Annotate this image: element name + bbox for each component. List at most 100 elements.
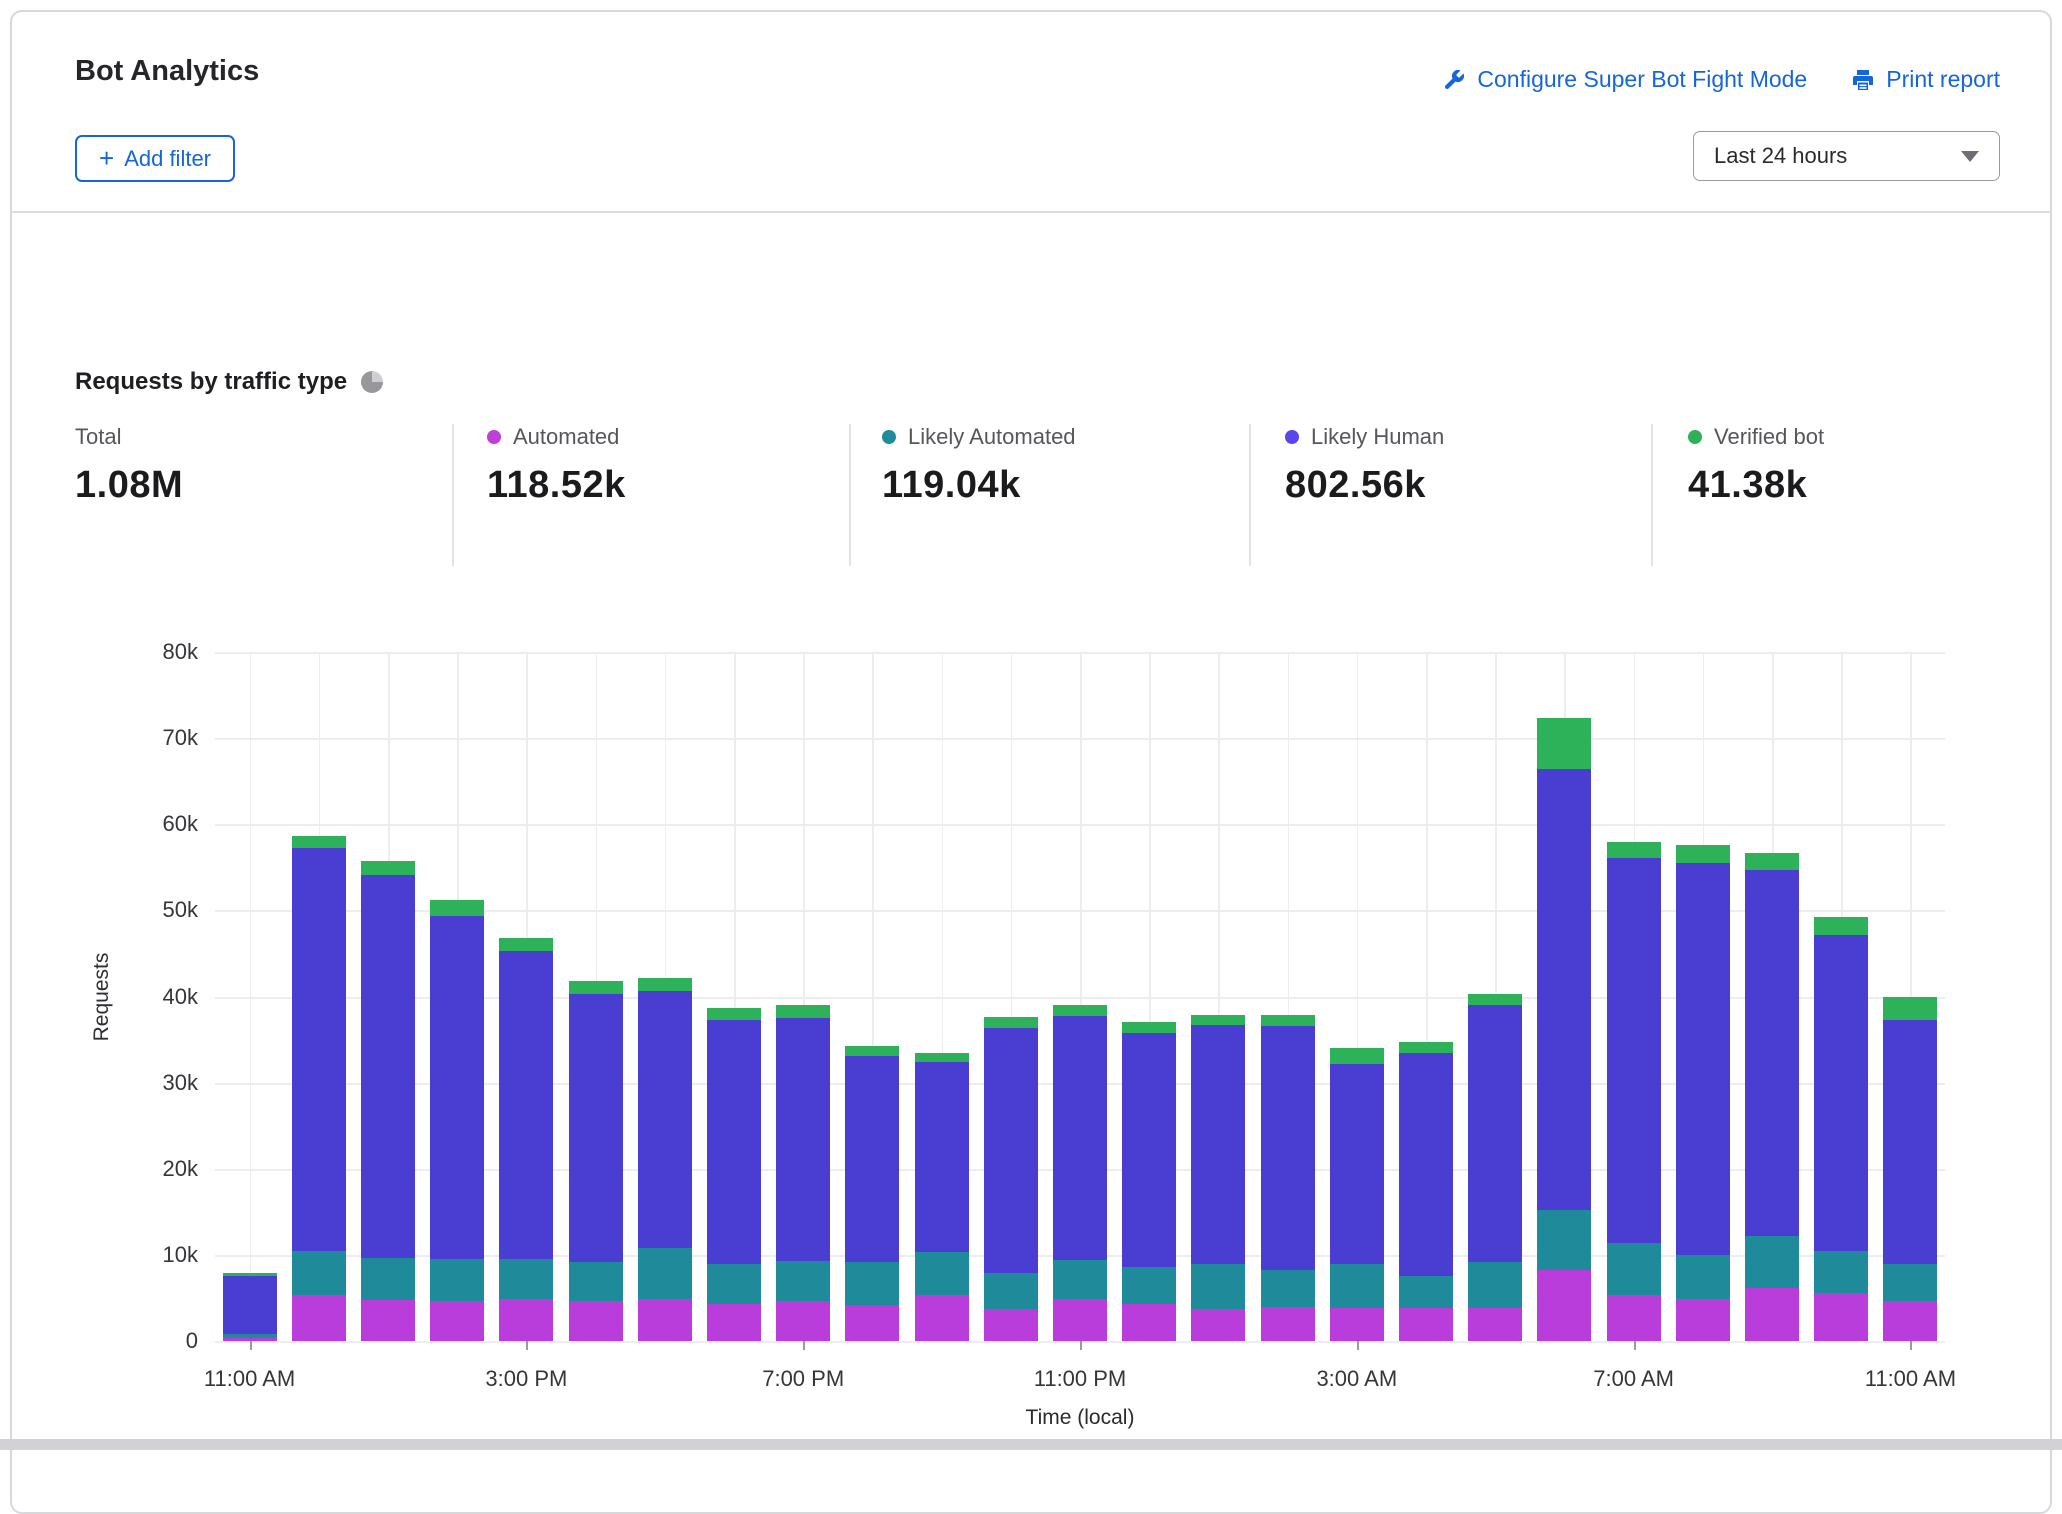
bar-segment-automated[interactable] [430,1301,484,1341]
bar-segment-likely-human[interactable] [707,1020,761,1264]
bar-segment-verified-bot[interactable] [1053,1005,1107,1016]
bar-segment-likely-human[interactable] [915,1062,969,1252]
bar-segment-automated[interactable] [569,1301,623,1341]
bar-segment-automated[interactable] [1537,1270,1591,1341]
bar-segment-verified-bot[interactable] [292,836,346,847]
bar-segment-automated[interactable] [292,1295,346,1341]
bar-segment-verified-bot[interactable] [1122,1022,1176,1032]
bar-segment-likely-human[interactable] [1607,858,1661,1243]
bar-segment-likely-human[interactable] [1468,1005,1522,1262]
stacked-bar-7-00-pm[interactable] [776,1005,830,1341]
stacked-bar-1-00-pm[interactable] [361,861,415,1341]
bar-segment-likely-human[interactable] [1261,1026,1315,1270]
add-filter-button[interactable]: + Add filter [75,135,235,182]
bar-segment-automated[interactable] [915,1295,969,1341]
bar-segment-automated[interactable] [1191,1309,1245,1341]
bar-segment-verified-bot[interactable] [984,1017,1038,1027]
bar-segment-likely-human[interactable] [1191,1025,1245,1264]
stacked-bar-10-00-am[interactable] [1814,917,1868,1341]
bar-segment-likely-human[interactable] [1814,935,1868,1250]
stacked-bar-7-00-am[interactable] [1607,842,1661,1342]
stacked-bar-8-00-pm[interactable] [845,1046,899,1341]
bar-segment-likely-automated[interactable] [361,1258,415,1299]
time-range-select[interactable]: Last 24 hours [1693,131,2000,181]
stacked-bar-3-00-am[interactable] [1330,1048,1384,1341]
stacked-bar-8-00-am[interactable] [1676,845,1730,1341]
bar-segment-automated[interactable] [1399,1308,1453,1341]
bar-segment-likely-human[interactable] [430,916,484,1260]
bar-segment-likely-automated[interactable] [1122,1267,1176,1304]
stacked-bar-1-00-am[interactable] [1191,1015,1245,1341]
bar-segment-automated[interactable] [776,1301,830,1341]
bar-segment-verified-bot[interactable] [1399,1042,1453,1053]
bar-segment-likely-automated[interactable] [292,1251,346,1296]
stacked-bar-11-00-am[interactable] [1883,997,1937,1341]
bar-segment-likely-automated[interactable] [1468,1262,1522,1309]
bar-segment-likely-human[interactable] [1676,863,1730,1255]
bar-segment-automated[interactable] [1122,1304,1176,1341]
bar-segment-likely-human[interactable] [499,951,553,1259]
bar-segment-likely-human[interactable] [223,1276,277,1335]
bar-segment-automated[interactable] [1261,1307,1315,1341]
bar-segment-likely-human[interactable] [1053,1016,1107,1260]
bar-segment-verified-bot[interactable] [1191,1015,1245,1025]
bar-segment-likely-human[interactable] [1537,769,1591,1210]
stacked-bar-2-00-am[interactable] [1261,1015,1315,1341]
bar-segment-likely-human[interactable] [845,1056,899,1262]
stacked-bar-11-00-pm[interactable] [1053,1005,1107,1341]
bar-segment-automated[interactable] [1468,1308,1522,1341]
bar-segment-automated[interactable] [638,1299,692,1341]
bar-segment-automated[interactable] [361,1300,415,1341]
bar-segment-likely-human[interactable] [1399,1053,1453,1276]
bar-segment-verified-bot[interactable] [1676,845,1730,863]
bar-segment-automated[interactable] [1607,1295,1661,1341]
bar-segment-verified-bot[interactable] [845,1046,899,1056]
bar-segment-likely-automated[interactable] [1191,1264,1245,1310]
configure-super-bot-fight-mode-link[interactable]: Configure Super Bot Fight Mode [1442,66,1807,93]
bar-segment-automated[interactable] [1676,1299,1730,1341]
bar-segment-likely-automated[interactable] [430,1259,484,1300]
bar-segment-likely-human[interactable] [1745,870,1799,1236]
bar-segment-verified-bot[interactable] [1745,853,1799,870]
bar-segment-likely-automated[interactable] [1537,1210,1591,1270]
stacked-bar-12-00-am[interactable] [1122,1022,1176,1341]
bar-segment-verified-bot[interactable] [1814,917,1868,935]
bar-segment-verified-bot[interactable] [1883,997,1937,1019]
bar-segment-automated[interactable] [707,1304,761,1341]
bar-segment-likely-automated[interactable] [1330,1264,1384,1309]
bar-segment-likely-automated[interactable] [1399,1276,1453,1308]
stacked-bar-5-00-am[interactable] [1468,994,1522,1341]
bar-segment-verified-bot[interactable] [569,981,623,994]
bar-segment-likely-automated[interactable] [1676,1255,1730,1299]
bar-segment-likely-automated[interactable] [1607,1243,1661,1296]
stacked-bar-11-00-am[interactable] [223,1273,277,1341]
stacked-bar-9-00-am[interactable] [1745,853,1799,1341]
bar-segment-likely-automated[interactable] [1814,1251,1868,1293]
stacked-bar-4-00-am[interactable] [1399,1042,1453,1341]
bar-segment-likely-automated[interactable] [776,1261,830,1301]
bar-segment-likely-automated[interactable] [1053,1260,1107,1299]
stacked-bar-12-00-pm[interactable] [292,836,346,1341]
bar-segment-automated[interactable] [1330,1308,1384,1341]
bar-segment-automated[interactable] [1053,1299,1107,1341]
bar-segment-verified-bot[interactable] [1330,1048,1384,1064]
bar-segment-verified-bot[interactable] [707,1008,761,1020]
bar-segment-likely-automated[interactable] [1261,1270,1315,1308]
stacked-bar-10-00-pm[interactable] [984,1017,1038,1341]
stacked-bar-6-00-pm[interactable] [707,1008,761,1341]
bar-segment-likely-automated[interactable] [915,1252,969,1295]
bar-segment-likely-automated[interactable] [1745,1236,1799,1289]
bar-segment-likely-human[interactable] [292,848,346,1251]
bar-segment-likely-human[interactable] [361,875,415,1258]
bar-segment-likely-human[interactable] [1883,1020,1937,1264]
bar-segment-automated[interactable] [499,1299,553,1341]
stacked-bar-5-00-pm[interactable] [638,978,692,1341]
bar-segment-automated[interactable] [984,1309,1038,1341]
bar-segment-likely-human[interactable] [984,1028,1038,1273]
bar-segment-likely-human[interactable] [638,991,692,1248]
stacked-bar-2-00-pm[interactable] [430,900,484,1341]
bar-segment-automated[interactable] [1745,1288,1799,1341]
stacked-bar-4-00-pm[interactable] [569,981,623,1341]
print-report-link[interactable]: Print report [1851,66,2000,93]
bar-segment-likely-automated[interactable] [707,1264,761,1304]
